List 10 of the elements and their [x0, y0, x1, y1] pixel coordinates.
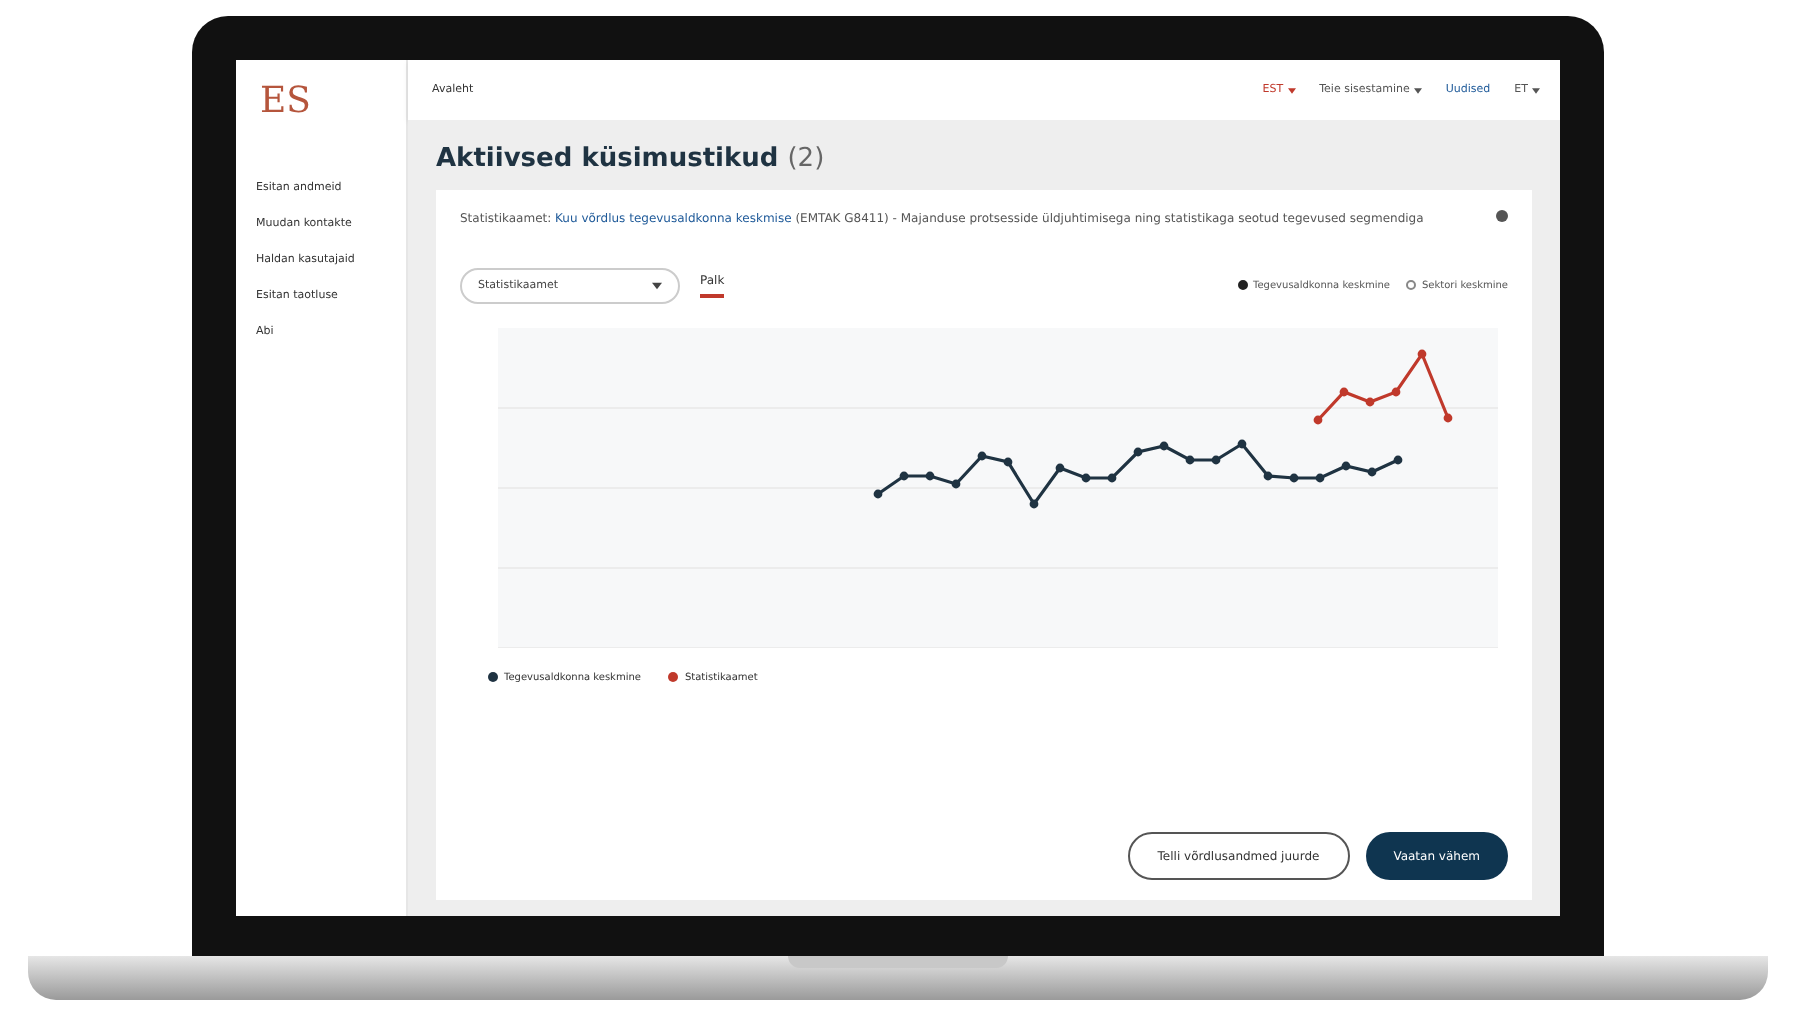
caret-icon — [1413, 87, 1422, 93]
caret-icon — [1287, 87, 1296, 93]
radio-button[interactable] — [1406, 280, 1416, 291]
page-title: Aktiivsed küsimustikud — [436, 144, 779, 174]
logo: ES — [260, 80, 311, 122]
status-dot-icon — [1496, 210, 1508, 222]
caret-icon — [652, 281, 662, 290]
radio-button[interactable] — [1237, 280, 1248, 291]
caret-icon — [1532, 87, 1540, 93]
count: (2) — [787, 144, 825, 174]
